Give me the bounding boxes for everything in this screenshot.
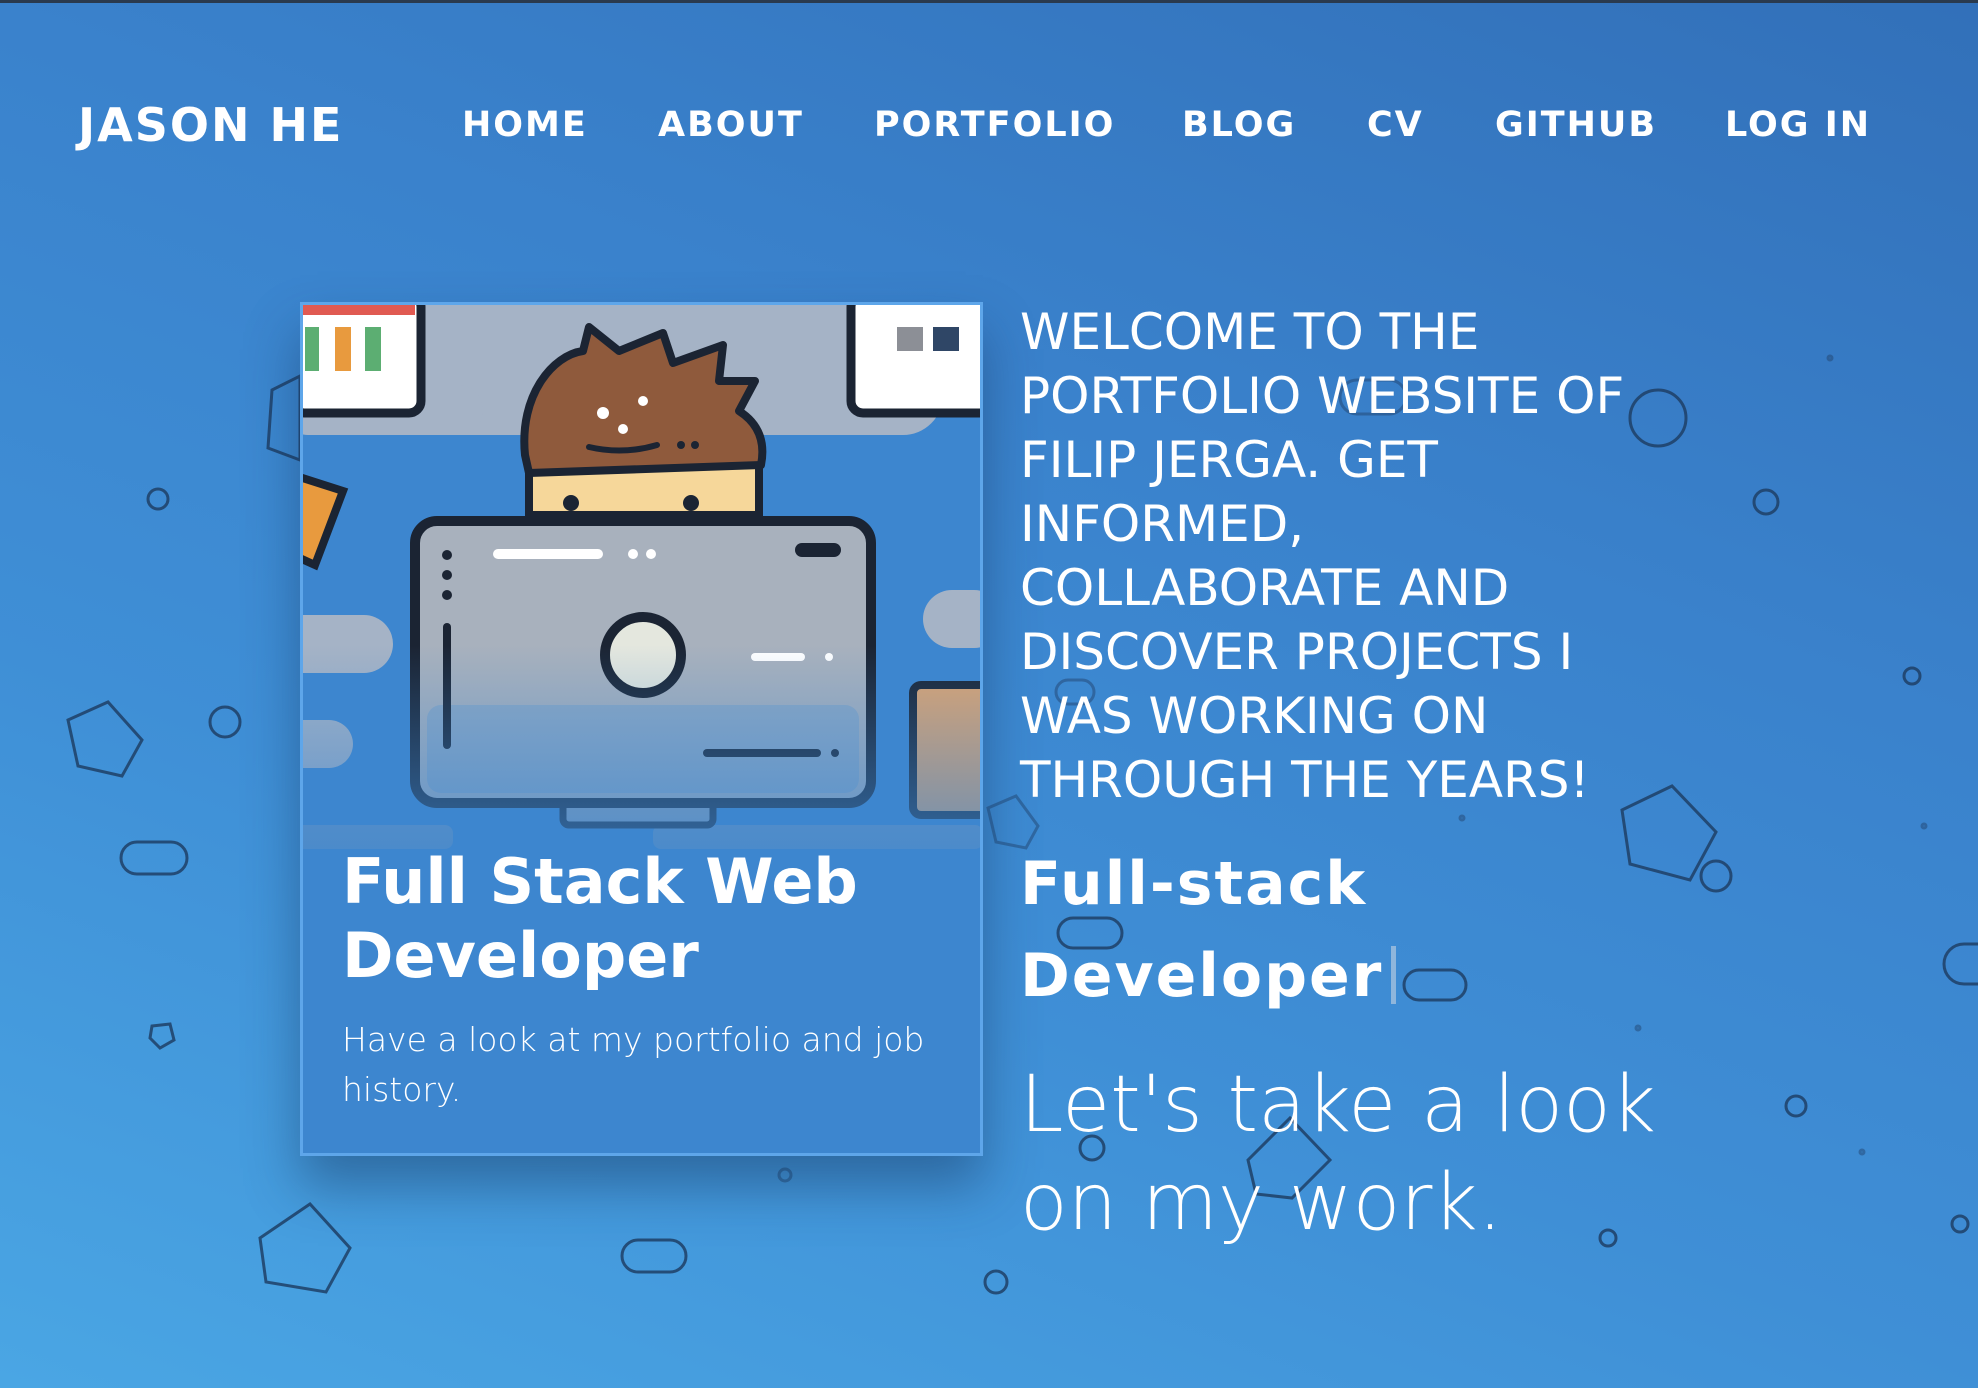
window-top-edge [0, 0, 1978, 3]
portfolio-card[interactable]: Full Stack Web Developer Have a look at … [300, 302, 983, 1156]
typing-cursor [1391, 946, 1397, 1004]
card-description: Have a look at my portfolio and job hist… [342, 1020, 925, 1109]
tagline: Let's take a look on my work. [1020, 1060, 1656, 1248]
developer-at-computer-illustration [303, 305, 980, 865]
nav-cv[interactable]: CV [1367, 105, 1424, 145]
nav-about[interactable]: ABOUT [658, 105, 804, 145]
nav-log-in[interactable]: LOG IN [1725, 105, 1871, 145]
card-title: Full Stack Web Developer [342, 845, 858, 992]
nav-blog[interactable]: BLOG [1182, 105, 1296, 145]
welcome-text: WELCOME TO THE PORTFOLIO WEBSITE OF FILI… [1020, 303, 1625, 809]
nav-home[interactable]: HOME [462, 105, 588, 145]
nav-github[interactable]: GITHUB [1495, 105, 1657, 145]
main-nav: HOME ABOUT PORTFOLIO BLOG CV GITHUB LOG … [0, 105, 1978, 155]
nav-portfolio[interactable]: PORTFOLIO [874, 105, 1115, 145]
role-text: Full-stack Developer [1020, 849, 1384, 1011]
typed-role: Full-stack Developer [1020, 838, 1580, 1022]
